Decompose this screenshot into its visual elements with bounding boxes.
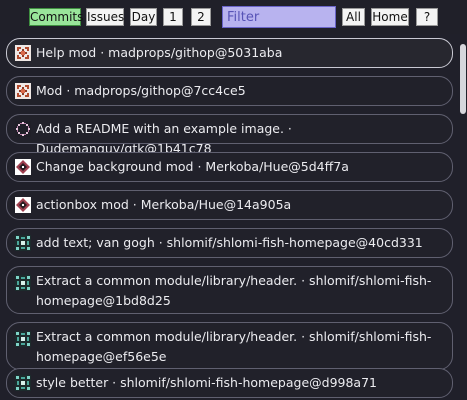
teal-pattern-avatar-icon — [15, 235, 31, 251]
teal-pattern-avatar-icon — [15, 375, 31, 391]
commit-text: actionbox mod · Merkoba/Hue@14a905a — [36, 197, 292, 212]
commit-item[interactable]: actionbox mod · Merkoba/Hue@14a905a — [6, 190, 453, 220]
commit-item[interactable]: Help mod · madprops/githop@5031aba — [6, 38, 453, 68]
help-button[interactable]: ? — [416, 8, 438, 26]
issues-button[interactable]: Issues — [86, 8, 124, 26]
commit-item[interactable]: add text; van gogh · shlomif/shlomi-fish… — [6, 228, 453, 258]
page-1-button[interactable]: 1 — [163, 8, 183, 26]
commit-list[interactable]: Help mod · madprops/githop@5031aba Mod ·… — [0, 34, 467, 400]
commit-text: Extract a common module/library/header. … — [36, 329, 432, 364]
commit-text: Help mod · madprops/githop@5031aba — [36, 45, 283, 60]
home-button[interactable]: Home — [371, 8, 409, 26]
commit-item[interactable]: Add a README with an example image. · Du… — [6, 114, 453, 156]
filter-input[interactable] — [222, 6, 336, 28]
teal-pattern-avatar-icon — [15, 331, 31, 347]
commit-item[interactable]: Extract a common module/library/header. … — [6, 266, 453, 314]
commit-text: Change background mod · Merkoba/Hue@5d4f… — [36, 159, 349, 174]
diamond-avatar-icon — [15, 197, 31, 213]
commit-item[interactable]: Mod · madprops/githop@7cc4ce5 — [6, 76, 453, 106]
commit-text: Mod · madprops/githop@7cc4ce5 — [36, 83, 246, 98]
commit-item[interactable]: style better · shlomif/shlomi-fish-homep… — [6, 368, 453, 398]
commit-item[interactable]: Change background mod · Merkoba/Hue@5d4f… — [6, 152, 453, 182]
ring-avatar-icon — [15, 121, 31, 137]
day-button[interactable]: Day — [130, 8, 157, 26]
pattern-avatar-icon — [15, 83, 31, 99]
commit-text: Extract a common module/library/header. … — [36, 273, 432, 308]
all-button[interactable]: All — [342, 8, 365, 26]
pattern-avatar-icon — [15, 45, 31, 61]
scrollbar-thumb[interactable] — [460, 44, 466, 114]
toolbar: Commits Issues Day 1 2 All Home ? — [0, 0, 467, 34]
commits-button[interactable]: Commits — [29, 8, 83, 26]
commit-item[interactable]: Extract a common module/library/header. … — [6, 322, 453, 370]
diamond-avatar-icon — [15, 159, 31, 175]
page-2-button[interactable]: 2 — [191, 8, 211, 26]
commit-text: style better · shlomif/shlomi-fish-homep… — [36, 375, 377, 390]
commit-text: add text; van gogh · shlomif/shlomi-fish… — [36, 235, 423, 250]
teal-pattern-avatar-icon — [15, 275, 31, 291]
